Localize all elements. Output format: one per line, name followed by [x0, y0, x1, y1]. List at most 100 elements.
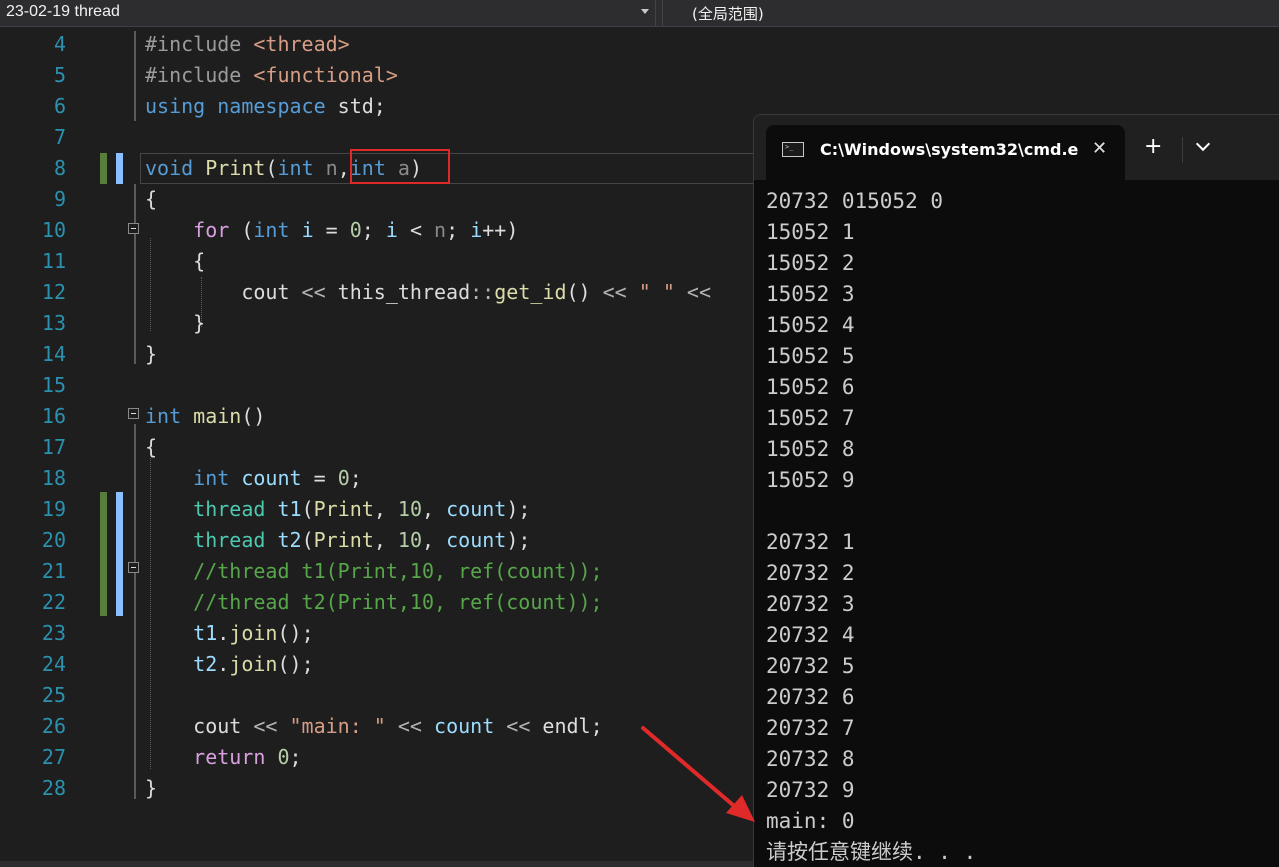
terminal-output-line: 20732 3 [766, 592, 855, 616]
line-number: 21 [41, 559, 66, 583]
line-number: 11 [41, 249, 66, 273]
code-token: () [566, 280, 603, 304]
code-line[interactable]: } [145, 339, 157, 370]
code-line[interactable]: for (int i = 0; i < n; i++) [145, 215, 518, 246]
code-token: , [422, 497, 447, 521]
line-number: 6 [53, 94, 66, 118]
code-token: void [145, 156, 194, 180]
code-line[interactable]: { [145, 184, 157, 215]
code-line[interactable]: t1.join(); [145, 618, 314, 649]
code-token: 0 [277, 745, 290, 769]
code-token: } [145, 342, 158, 366]
code-line[interactable]: cout << this_thread::get_id() << " " << [145, 277, 711, 308]
line-number: 14 [41, 342, 66, 366]
code-token: ( [265, 156, 278, 180]
code-token: { [145, 249, 206, 273]
code-token: :: [470, 280, 495, 304]
code-line[interactable]: //thread t1(Print,10, ref(count)); [145, 556, 602, 587]
terminal-output-line: 15052 9 [766, 468, 855, 492]
code-line[interactable]: #include <functional> [145, 60, 398, 91]
collapse-icon[interactable] [128, 223, 139, 234]
scope-name: (全局范围) [692, 5, 764, 23]
code-line[interactable]: } [145, 308, 205, 339]
line-number: 22 [41, 590, 66, 614]
code-line[interactable]: using namespace std; [145, 91, 386, 122]
code-token: cout [145, 280, 302, 304]
code-token: count [446, 497, 507, 521]
annotation-highlight-box [350, 149, 450, 184]
outline-guide [134, 184, 136, 364]
editor-navigation-bar: 23-02-19 thread (全局范围) [0, 0, 1279, 27]
terminal-output-line: main: 0 [766, 809, 855, 833]
code-token: n [325, 156, 338, 180]
code-token: ); [506, 497, 531, 521]
line-number: 27 [41, 745, 66, 769]
code-line[interactable]: { [145, 246, 205, 277]
line-number: 19 [41, 497, 66, 521]
scope-dropdown[interactable]: (全局范围) [662, 0, 1279, 26]
code-token: = [313, 218, 350, 242]
line-number: 7 [53, 125, 66, 149]
code-token: ( [301, 497, 314, 521]
line-number: 13 [41, 311, 66, 335]
code-token: ( [301, 528, 314, 552]
line-number: 18 [41, 466, 66, 490]
code-line[interactable]: return 0; [145, 742, 301, 773]
chevron-down-icon[interactable] [641, 9, 649, 14]
code-line[interactable]: cout << "main: " << count << endl; [145, 711, 602, 742]
code-token: 0 [337, 466, 350, 490]
terminal-output-line: 20732 8 [766, 747, 855, 771]
code-token: thread [193, 497, 266, 521]
code-token: Print [313, 528, 374, 552]
code-line[interactable]: int count = 0; [145, 463, 362, 494]
code-token: ++) [482, 218, 519, 242]
code-token: (); [277, 621, 314, 645]
chevron-down-icon[interactable] [1195, 136, 1211, 152]
code-token: = [301, 466, 338, 490]
code-line[interactable]: thread t1(Print, 10, count); [145, 494, 530, 525]
line-number: 10 [41, 218, 66, 242]
code-token: int [193, 466, 230, 490]
line-number: 25 [41, 683, 66, 707]
code-line[interactable]: #include <thread> [145, 29, 350, 60]
terminal-window[interactable]: C:\Windows\system32\cmd.exe ✕ + 20732 01… [753, 114, 1279, 867]
change-marker-unsaved [116, 492, 123, 616]
code-line[interactable]: //thread t2(Print,10, ref(count)); [145, 587, 602, 618]
code-line[interactable]: } [145, 773, 157, 804]
code-token: (); [277, 652, 314, 676]
terminal-output-line: 15052 6 [766, 375, 855, 399]
project-dropdown[interactable]: 23-02-19 thread [0, 0, 656, 26]
code-line[interactable]: int main() [145, 401, 265, 432]
terminal-output-line: 20732 1 [766, 530, 855, 554]
code-line[interactable]: { [145, 432, 157, 463]
terminal-tab[interactable]: C:\Windows\system32\cmd.exe ✕ [766, 125, 1125, 180]
code-token: << [686, 280, 712, 304]
editor-scrollbar[interactable] [0, 861, 760, 867]
line-number: 4 [53, 32, 66, 56]
code-token: count [446, 528, 507, 552]
line-number: 26 [41, 714, 66, 738]
terminal-output[interactable]: 20732 015052 0 15052 1 15052 2 15052 3 15052… [766, 186, 1271, 867]
code-token: { [145, 435, 158, 459]
code-line[interactable]: thread t2(Print, 10, count); [145, 525, 530, 556]
code-token: } [145, 311, 206, 335]
terminal-icon [782, 142, 804, 157]
collapse-icon[interactable] [128, 408, 139, 419]
collapse-icon[interactable] [128, 562, 139, 573]
code-token: ; [349, 466, 362, 490]
code-token: Print [313, 497, 374, 521]
code-token: get_id [494, 280, 567, 304]
new-tab-button[interactable]: + [1144, 135, 1162, 159]
code-token: << [397, 714, 422, 738]
close-tab-icon[interactable]: ✕ [1092, 138, 1107, 159]
code-line[interactable]: t2.join(); [145, 649, 314, 680]
code-token: ( [229, 218, 254, 242]
code-token: ; [446, 218, 471, 242]
